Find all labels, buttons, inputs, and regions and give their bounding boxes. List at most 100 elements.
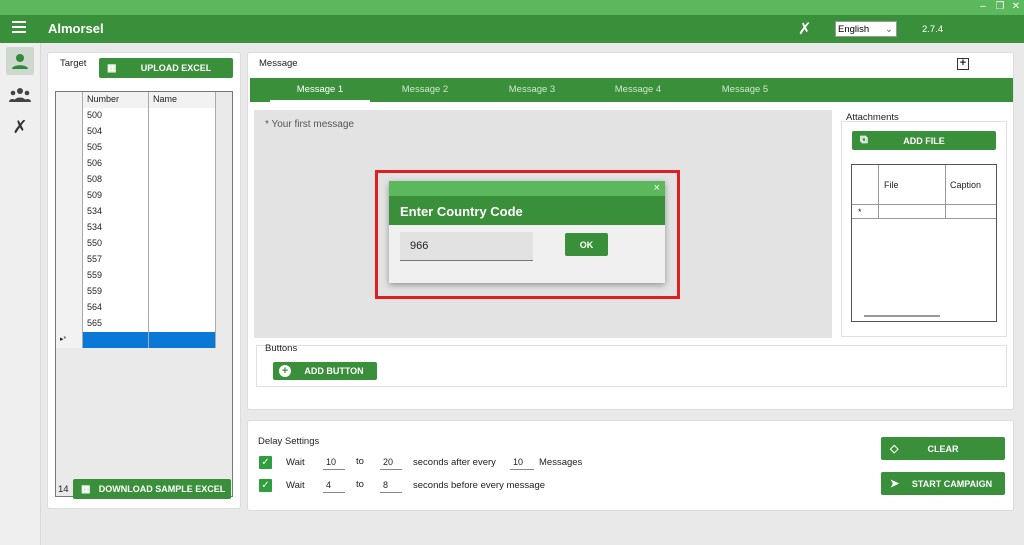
row-header[interactable] [56, 268, 83, 284]
delay-after-min-input[interactable]: 10 [323, 455, 345, 470]
row-header[interactable] [56, 140, 83, 156]
cell-number[interactable]: 500 [83, 108, 149, 124]
nav-contacts[interactable] [6, 47, 34, 75]
row-header[interactable] [56, 236, 83, 252]
table-row[interactable]: 500 [56, 108, 216, 124]
cell-name[interactable] [149, 220, 216, 236]
tab-message-3[interactable]: Message 3 [482, 78, 582, 102]
country-code-input[interactable]: 966 [400, 232, 533, 261]
minimize-icon[interactable]: – [976, 1, 990, 12]
delay-after-checkbox[interactable]: ✓ [259, 456, 272, 469]
cell-name[interactable] [149, 124, 216, 140]
cell-name[interactable] [149, 188, 216, 204]
cell-name[interactable] [149, 108, 216, 124]
cell-name[interactable] [149, 172, 216, 188]
cell-name[interactable] [149, 284, 216, 300]
cell-name[interactable] [149, 236, 216, 252]
cell-name[interactable] [149, 204, 216, 220]
table-row[interactable]: 559 [56, 268, 216, 284]
row-header[interactable] [56, 108, 83, 124]
row-header[interactable] [56, 284, 83, 300]
tab-message-2[interactable]: Message 2 [375, 78, 475, 102]
column-header-file[interactable]: File [884, 180, 899, 190]
row-header[interactable] [56, 172, 83, 188]
row-header[interactable] [56, 156, 83, 172]
cell-number[interactable]: 506 [83, 156, 149, 172]
nav-settings[interactable]: ✗ [6, 113, 34, 141]
column-header-number[interactable]: Number [83, 92, 149, 108]
tab-message-4[interactable]: Message 4 [588, 78, 688, 102]
cell-name[interactable] [149, 316, 216, 332]
upload-excel-button[interactable]: ▦ UPLOAD EXCEL [99, 58, 233, 78]
hamburger-menu-icon[interactable] [12, 21, 26, 33]
cell-number[interactable]: 565 [83, 316, 149, 332]
clear-button[interactable]: ◇ CLEAR [881, 437, 1005, 460]
delay-before-checkbox[interactable]: ✓ [259, 479, 272, 492]
target-grid[interactable]: Number Name 500 504 505 506 508 509 534 534 550 5… [55, 91, 233, 497]
cell-number[interactable]: 508 [83, 172, 149, 188]
new-row-marker: * [858, 207, 862, 217]
cell-number[interactable]: 534 [83, 220, 149, 236]
row-header[interactable] [56, 300, 83, 316]
table-row[interactable]: 557 [56, 252, 216, 268]
tab-message-5[interactable]: Message 5 [695, 78, 795, 102]
add-file-button[interactable]: ⧉ ADD FILE [852, 131, 996, 150]
delay-before-max-input[interactable]: 8 [380, 478, 402, 493]
delay-after-max-input[interactable]: 20 [380, 455, 402, 470]
cell-number[interactable]: 550 [83, 236, 149, 252]
cell-number[interactable]: 534 [83, 204, 149, 220]
cell-name[interactable] [149, 140, 216, 156]
table-row[interactable]: 534 [56, 220, 216, 236]
row-header[interactable] [56, 204, 83, 220]
cell-name[interactable] [149, 252, 216, 268]
row-header[interactable] [56, 188, 83, 204]
message-count-input[interactable]: 10 [510, 455, 534, 470]
cell-name[interactable] [149, 300, 216, 316]
table-row[interactable]: 565 [56, 316, 216, 332]
cell-number[interactable]: 505 [83, 140, 149, 156]
table-row[interactable]: 505 [56, 140, 216, 156]
cell-number[interactable]: 564 [83, 300, 149, 316]
table-row[interactable]: 508 [56, 172, 216, 188]
tools-icon: ✗ [12, 116, 28, 137]
table-row[interactable]: 534 [56, 204, 216, 220]
tools-icon[interactable]: ✗ [798, 19, 811, 39]
cell-number[interactable]: 509 [83, 188, 149, 204]
attachments-grid[interactable]: File Caption * [851, 164, 997, 322]
close-icon[interactable]: × [654, 182, 660, 194]
add-button-button[interactable]: + ADD BUTTON [273, 362, 377, 380]
table-row[interactable]: 504 [56, 124, 216, 140]
to-label: to [356, 456, 364, 467]
row-header[interactable] [56, 124, 83, 140]
ok-button[interactable]: OK [565, 233, 608, 256]
cell-name[interactable] [149, 268, 216, 284]
download-sample-excel-button[interactable]: ▦ DOWNLOAD SAMPLE EXCEL [73, 479, 231, 499]
restore-icon[interactable]: ❐ [993, 1, 1007, 12]
table-row[interactable]: 550 [56, 236, 216, 252]
app-version: 2.7.4 [922, 24, 944, 35]
row-header[interactable] [56, 316, 83, 332]
cell-number[interactable]: 559 [83, 284, 149, 300]
cell-number[interactable]: 557 [83, 252, 149, 268]
close-window-icon[interactable]: ✕ [1009, 1, 1023, 12]
row-header[interactable] [56, 220, 83, 236]
tab-message-1[interactable]: Message 1 [270, 78, 370, 102]
attachments-new-row[interactable]: * [852, 205, 996, 219]
cell-name[interactable] [149, 156, 216, 172]
column-header-caption[interactable]: Caption [950, 180, 981, 190]
delay-before-min-input[interactable]: 4 [323, 478, 345, 493]
table-row[interactable]: 509 [56, 188, 216, 204]
add-message-icon[interactable]: + [957, 58, 969, 70]
language-select[interactable]: English ⌄ [835, 21, 897, 37]
new-row[interactable]: ▸* [56, 332, 216, 348]
row-header[interactable] [56, 252, 83, 268]
table-row[interactable]: 506 [56, 156, 216, 172]
cell-number[interactable]: 559 [83, 268, 149, 284]
table-row[interactable]: 559 [56, 284, 216, 300]
horizontal-scrollbar[interactable] [864, 315, 940, 317]
nav-groups[interactable] [6, 81, 34, 109]
cell-number[interactable]: 504 [83, 124, 149, 140]
table-row[interactable]: 564 [56, 300, 216, 316]
start-campaign-button[interactable]: ➤ START CAMPAIGN [881, 472, 1005, 495]
column-header-name[interactable]: Name [149, 92, 216, 108]
